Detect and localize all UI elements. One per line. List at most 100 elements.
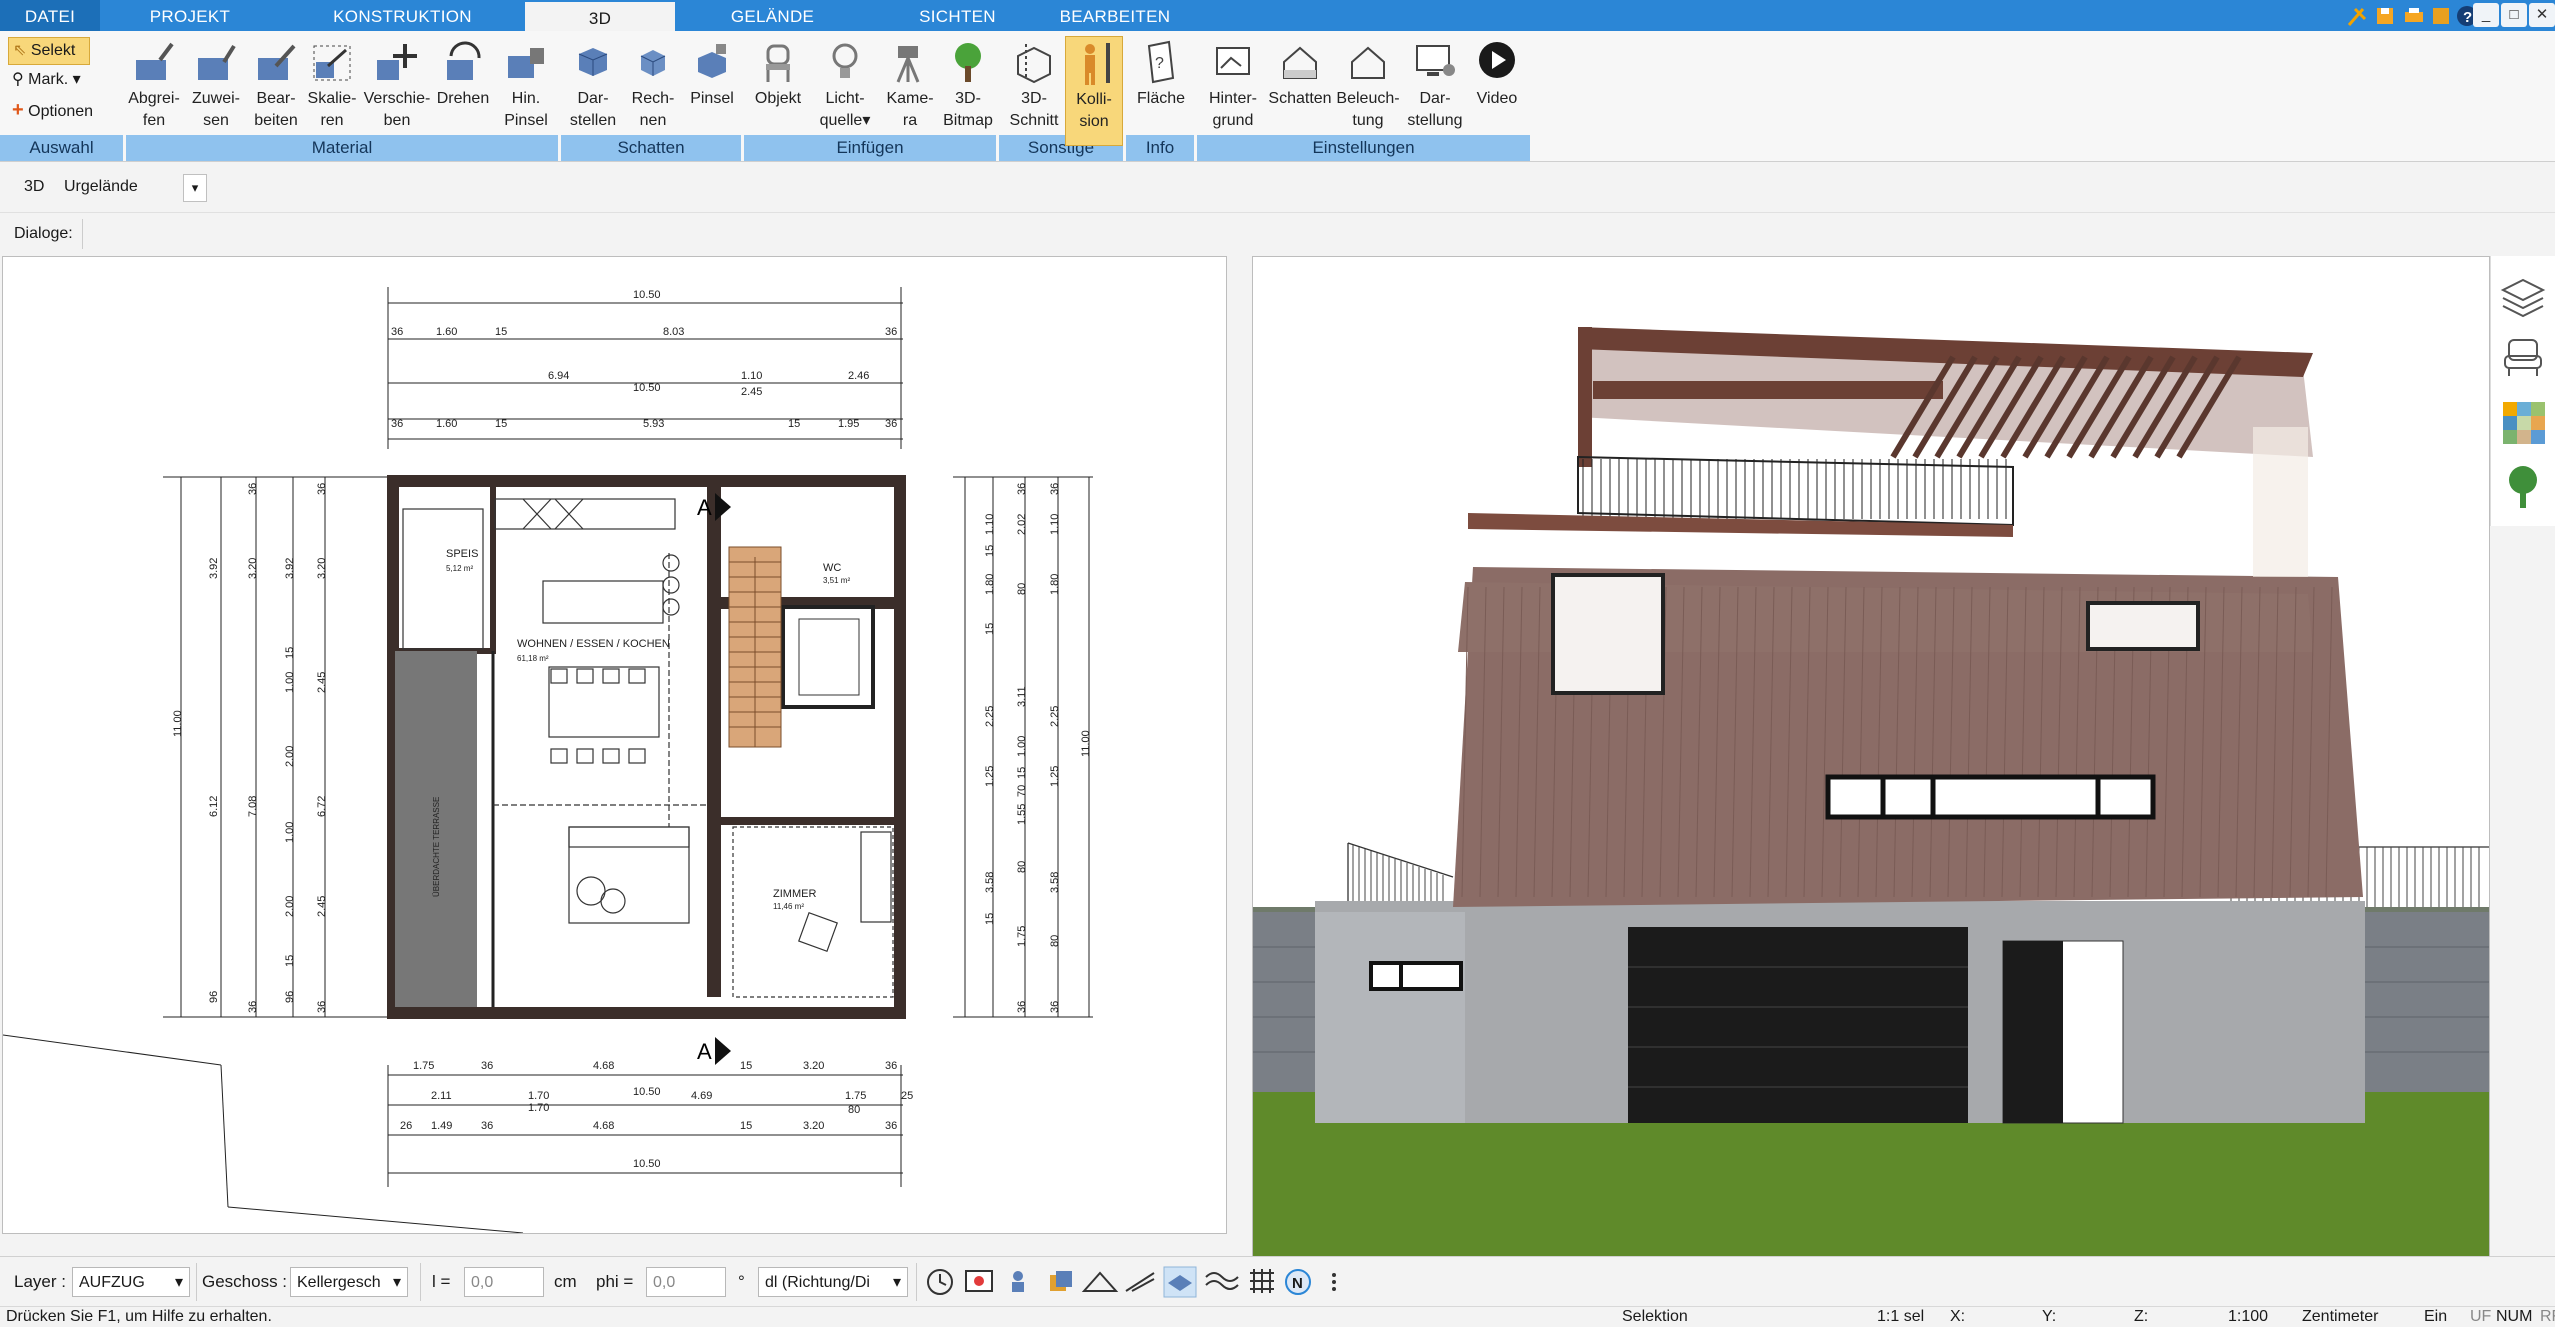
window-icon[interactable] [2433, 8, 2449, 24]
minimize-button[interactable]: _ [2473, 3, 2499, 27]
skalieren-label-1: Skalie- [307, 90, 357, 107]
plane-selected-icon[interactable] [1163, 1266, 1197, 1298]
abgreifen-button[interactable]: Abgrei-fen [124, 36, 184, 144]
schatten-darstellen-button[interactable]: Dar-stellen [563, 36, 623, 144]
geschoss-select[interactable]: Kellergesch ▾ [290, 1267, 408, 1297]
layer-select[interactable]: AUFZUG ▾ [72, 1267, 190, 1297]
hatch-icon[interactable] [1125, 1272, 1155, 1292]
kamera-label-1: Kame- [886, 90, 934, 107]
dimension-left-20: 36 [247, 1001, 259, 1013]
3d-bitmap-button[interactable]: 3D- Bitmap [938, 36, 998, 144]
tab-konstruktion[interactable]: KONSTRUKTION [290, 0, 515, 31]
shadow-cube-icon [578, 48, 608, 76]
screen-icon[interactable] [965, 1270, 993, 1292]
maximize-button[interactable]: □ [2501, 3, 2527, 27]
save-icon[interactable] [2377, 8, 2393, 24]
dimension-left-12: 2.00 [284, 746, 296, 767]
skalieren-button[interactable]: Skalie-ren [302, 36, 362, 144]
cube-stack-icon[interactable] [1050, 1271, 1072, 1291]
mark-button[interactable]: ⚲ Mark. ▾ [8, 67, 102, 93]
skalieren-label-2: ren [320, 112, 344, 129]
dimension-top-4: 8.03 [663, 326, 684, 338]
floor-plan-view[interactable]: 10.50 36 1.60 15 8.03 36 6.94 1.10 2.46 10.50 2.45… [2, 256, 1227, 1234]
status-y: Y: [2042, 1308, 2057, 1325]
upper-window-right [2086, 601, 2200, 651]
hin-pinsel-button[interactable]: Hin. Pinsel [496, 36, 556, 144]
direction-select[interactable]: dl (Richtung/Di ▾ [758, 1267, 908, 1297]
print-icon[interactable] [2405, 8, 2423, 22]
layers-icon[interactable] [2500, 278, 2546, 318]
north-icon[interactable]: N [1285, 1269, 1311, 1295]
section-marker-label-bottom: A [697, 1039, 712, 1064]
tools-icon[interactable] [2347, 7, 2367, 26]
material-palette-icon[interactable] [2503, 402, 2545, 444]
chevron-down-icon[interactable]: ▾ [183, 174, 207, 202]
dimension-top-14: 5.93 [643, 418, 664, 430]
wedge-icon[interactable] [1081, 1271, 1119, 1292]
upper-window-left [1551, 573, 1665, 695]
dimension-bottom-10: 1.75 [845, 1090, 866, 1102]
dimension-left-8: 2.45 [316, 672, 328, 693]
status-scale: 1:100 [2228, 1308, 2269, 1325]
chevron-down-icon: ▾ [72, 71, 81, 88]
dimension-right-11: 2.25 [984, 706, 996, 727]
3d-render[interactable] [1253, 257, 2489, 1257]
optionen-button[interactable]: + Optionen [8, 97, 112, 123]
tab-bearbeiten[interactable]: BEARBEITEN [1050, 0, 1180, 31]
schatten-rechnen-button[interactable]: Rech-nen [623, 36, 683, 144]
people-icon[interactable] [1012, 1271, 1024, 1292]
dimension-left-4: 3.92 [284, 558, 296, 579]
video-button[interactable]: Video [1468, 36, 1526, 144]
optionen-label: Optionen [28, 103, 94, 120]
tab-3d[interactable]: 3D [525, 0, 675, 33]
zuweisen-button[interactable]: Zuwei-sen [186, 36, 246, 144]
dimension-left-21: 36 [316, 1001, 328, 1013]
rechnen-label-2: nen [639, 112, 667, 129]
hintergrund-button[interactable]: Hinter-grund [1200, 36, 1266, 144]
close-button[interactable]: ✕ [2529, 3, 2555, 27]
room-speis-name: SPEIS [446, 548, 478, 560]
selekt-button[interactable]: ⇖ Selekt [8, 37, 90, 65]
3d-schnitt-button[interactable]: 3D- Schnitt [1004, 36, 1064, 144]
dimension-left-3: 3.20 [247, 558, 259, 579]
chevron-down-icon: ▾ [892, 1274, 901, 1291]
lichtquelle-button[interactable]: Licht-quelle▾ [812, 36, 878, 144]
flaeche-button[interactable]: ? Fläche [1132, 36, 1190, 144]
dimension-left-13: 1.00 [284, 822, 296, 843]
verschieben-button[interactable]: Verschie-ben [360, 36, 434, 144]
dimension-right-23: 15 [984, 913, 996, 925]
objekt-button[interactable]: Objekt [748, 36, 808, 144]
kamera-button[interactable]: Kame-ra [880, 36, 940, 144]
phi-input[interactable]: 0,0 [646, 1267, 726, 1297]
tab-projekt[interactable]: PROJEKT [105, 0, 275, 31]
tab-gelaende[interactable]: GELÄNDE [690, 0, 855, 31]
beleuchtung-label-1: Beleuch- [1336, 90, 1400, 107]
svg-text:N: N [1292, 1275, 1303, 1292]
layer-value: AUFZUG [79, 1274, 145, 1291]
3d-view[interactable] [1252, 256, 2490, 1258]
scale-icon [313, 45, 351, 81]
schatten-pinsel-button[interactable]: Pinsel [683, 36, 741, 144]
grid-icon[interactable] [1250, 1269, 1274, 1293]
armchair-icon[interactable] [2504, 339, 2542, 376]
tree-icon[interactable] [2509, 466, 2537, 508]
dimension-top-1: 36 [391, 326, 403, 338]
person-collision-icon [1085, 43, 1110, 85]
beleuchtung-button[interactable]: Beleuch-tung [1334, 36, 1402, 144]
tab-datei[interactable]: DATEI [0, 0, 100, 31]
more-options-icon[interactable] [1332, 1273, 1336, 1291]
rechnen-label-1: Rech- [631, 90, 675, 107]
schatten-einstellung-button[interactable]: Schatten [1265, 36, 1335, 144]
drehen-button[interactable]: Drehen [432, 36, 494, 144]
darstellung-button[interactable]: Dar-stellung [1404, 36, 1466, 144]
floor-plan-drawing[interactable]: 10.50 36 1.60 15 8.03 36 6.94 1.10 2.46 10.50 2.45… [3, 257, 1226, 1233]
wave-icon[interactable] [1205, 1272, 1239, 1290]
bearbeiten-button[interactable]: Bear-beiten [246, 36, 306, 144]
kollision-button[interactable]: Kolli-sion [1065, 36, 1123, 146]
clock-icon[interactable] [927, 1269, 953, 1295]
lichtquelle-label-1: Licht- [825, 90, 865, 107]
tab-sichten[interactable]: SICHTEN [870, 0, 1045, 31]
kollision-label-2: sion [1079, 113, 1109, 130]
length-input[interactable]: 0,0 [464, 1267, 544, 1297]
length-label: l = [432, 1272, 451, 1291]
